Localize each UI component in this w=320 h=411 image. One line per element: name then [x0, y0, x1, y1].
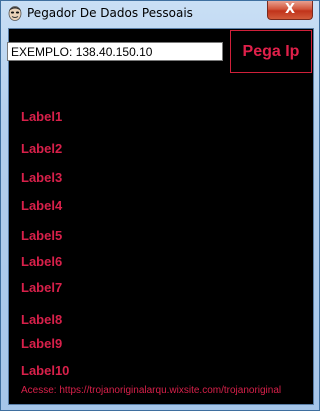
face-icon: [8, 6, 22, 21]
label-2: Label2: [21, 141, 63, 156]
label-9: Label9: [21, 336, 63, 351]
footer-link[interactable]: Acesse: https://trojanoriginalarqu.wixsi…: [21, 385, 281, 396]
title-bar[interactable]: Pegador De Dados Pessoais X: [1, 1, 319, 25]
ip-input[interactable]: [7, 42, 223, 61]
label-6: Label6: [21, 254, 63, 269]
main-panel: Pega Ip Label1 Label2 Label3 Label4 Labe…: [7, 28, 314, 405]
label-4: Label4: [21, 198, 63, 213]
app-window: Pegador De Dados Pessoais X Pega Ip Labe…: [0, 0, 320, 411]
label-1: Label1: [21, 109, 63, 124]
label-10: Label10: [21, 363, 70, 378]
label-5: Label5: [21, 228, 63, 243]
close-button[interactable]: X: [267, 1, 313, 20]
window-title: Pegador De Dados Pessoais: [27, 6, 193, 20]
get-ip-button[interactable]: Pega Ip: [230, 30, 312, 73]
label-8: Label8: [21, 312, 63, 327]
label-7: Label7: [21, 280, 63, 295]
label-3: Label3: [21, 170, 63, 185]
close-icon: X: [284, 2, 296, 17]
